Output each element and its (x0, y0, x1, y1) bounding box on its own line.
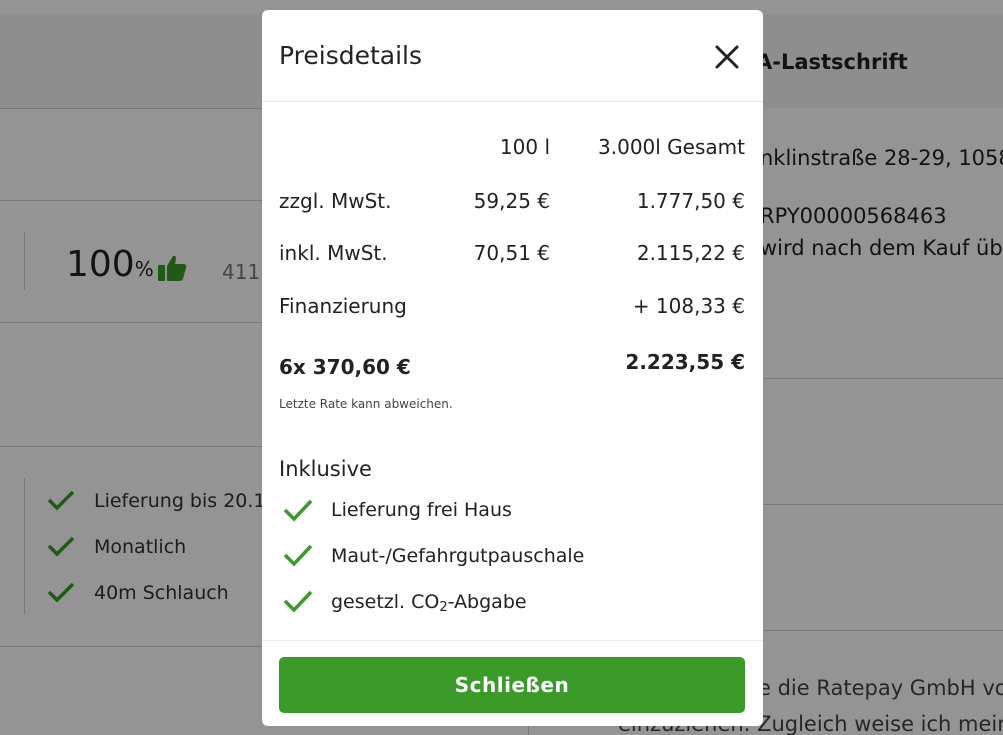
row-label: zzgl. MwSt. (279, 189, 392, 213)
row-label: Finanzierung (279, 294, 407, 318)
check-icon (283, 544, 313, 567)
inclusive-item: Maut-/Gefahrgutpauschale (331, 545, 585, 567)
row-total-price: 1.777,50 € (636, 189, 745, 213)
installment-note: Letzte Rate kann abweichen. (279, 397, 453, 411)
inclusive-item: gesetzl. CO2-Abgabe (331, 591, 527, 615)
close-icon[interactable] (710, 40, 744, 74)
price-details-modal: Preisdetails 100 l 3.000l Gesamt zzgl. M… (262, 10, 763, 726)
modal-title: Preisdetails (279, 41, 423, 70)
installment-total: 2.223,55 € (625, 350, 745, 374)
divider (262, 640, 763, 641)
close-button[interactable]: Schließen (279, 657, 745, 713)
installment-label: 6x 370,60 € (279, 355, 411, 379)
row-unit-price: 70,51 € (473, 241, 550, 265)
column-header-total: 3.000l Gesamt (598, 135, 745, 159)
row-unit-price: 59,25 € (473, 189, 550, 213)
inclusive-heading: Inklusive (279, 457, 372, 481)
column-header-unit: 100 l (499, 135, 550, 159)
modal-header: Preisdetails (262, 10, 763, 102)
row-total-price: + 108,33 € (632, 294, 745, 318)
inclusive-item: Lieferung frei Haus (331, 499, 512, 521)
row-label: inkl. MwSt. (279, 241, 388, 265)
check-icon (283, 499, 313, 522)
row-total-price: 2.115,22 € (636, 241, 745, 265)
check-icon (283, 590, 313, 613)
